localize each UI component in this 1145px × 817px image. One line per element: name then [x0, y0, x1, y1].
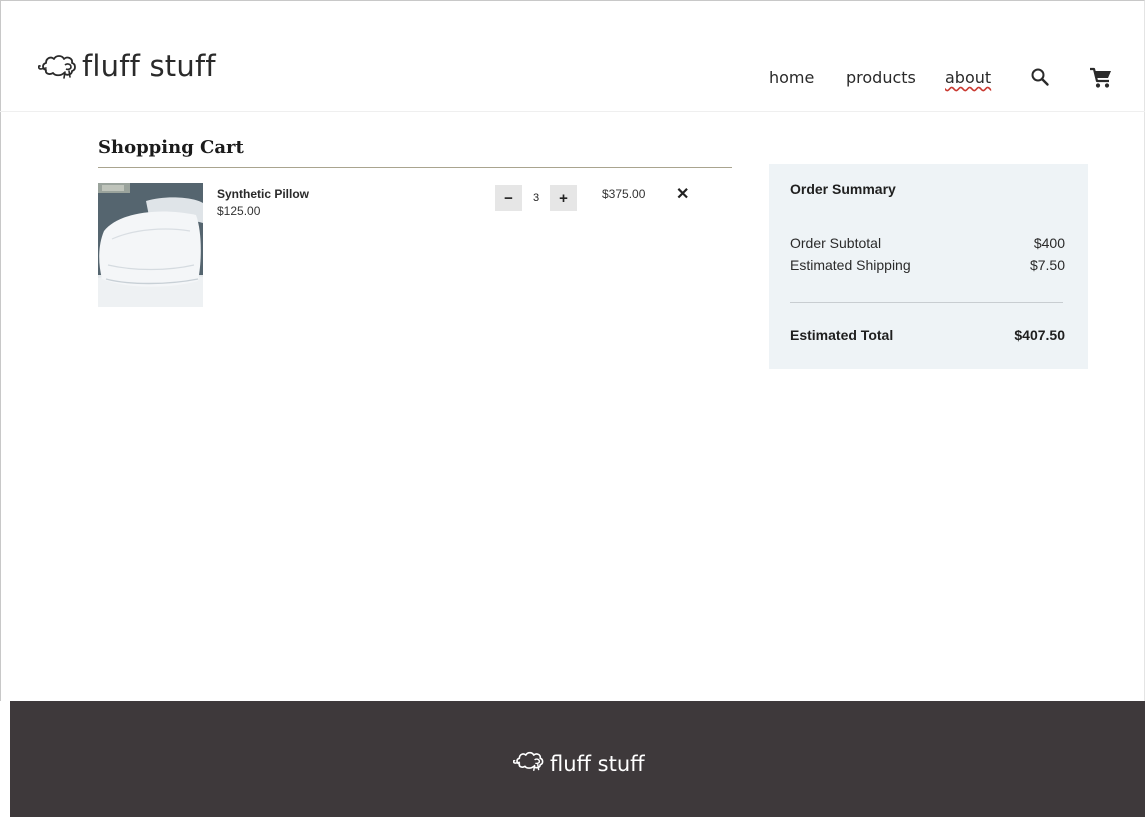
search-icon[interactable] — [1030, 67, 1050, 87]
remove-item-button[interactable]: ✕ — [676, 184, 689, 204]
nav-about[interactable]: about — [945, 68, 991, 88]
summary-row-shipping: Estimated Shipping $7.50 — [790, 257, 1065, 273]
sheep-logo-icon — [38, 54, 78, 80]
quantity-decrement-button[interactable]: − — [495, 185, 522, 211]
site-header: fluff stuff home products about — [0, 0, 1145, 112]
subtotal-label: Order Subtotal — [790, 235, 882, 251]
total-label: Estimated Total — [790, 327, 894, 343]
subtotal-value: $400 — [1033, 235, 1065, 251]
cart-icon[interactable] — [1089, 67, 1113, 89]
sheep-logo-icon — [512, 751, 545, 777]
page-frame — [0, 0, 1145, 817]
shipping-value: $7.50 — [1029, 257, 1065, 273]
summary-row-subtotal: Order Subtotal $400 — [790, 235, 1065, 251]
logo-text: fluff stuff — [82, 49, 216, 83]
product-image-pillow[interactable] — [98, 183, 203, 307]
site-logo[interactable]: fluff stuff — [38, 52, 216, 81]
footer-left-strip — [0, 701, 10, 817]
order-summary-panel: Order Summary Order Subtotal $400 Estima… — [769, 164, 1088, 369]
summary-divider — [790, 302, 1063, 303]
site-footer: fluff stuff — [10, 701, 1145, 817]
order-summary-title: Order Summary — [790, 181, 896, 197]
item-name[interactable]: Synthetic Pillow — [217, 187, 309, 201]
quantity-stepper: − 3 + — [495, 185, 577, 211]
total-value: $407.50 — [1014, 327, 1065, 343]
nav-home[interactable]: home — [769, 68, 814, 88]
cart-title: Shopping Cart — [98, 137, 244, 158]
quantity-increment-button[interactable]: + — [550, 185, 577, 211]
cart-divider — [98, 167, 732, 168]
item-line-total: $375.00 — [602, 187, 646, 201]
shipping-label: Estimated Shipping — [790, 257, 911, 273]
quantity-input[interactable]: 3 — [522, 185, 550, 211]
summary-row-total: Estimated Total $407.50 — [790, 327, 1065, 343]
footer-logo-text: fluff stuff — [550, 751, 645, 776]
footer-logo[interactable]: fluff stuff — [512, 751, 645, 777]
nav-products[interactable]: products — [846, 68, 916, 88]
item-unit-price: $125.00 — [217, 204, 261, 218]
